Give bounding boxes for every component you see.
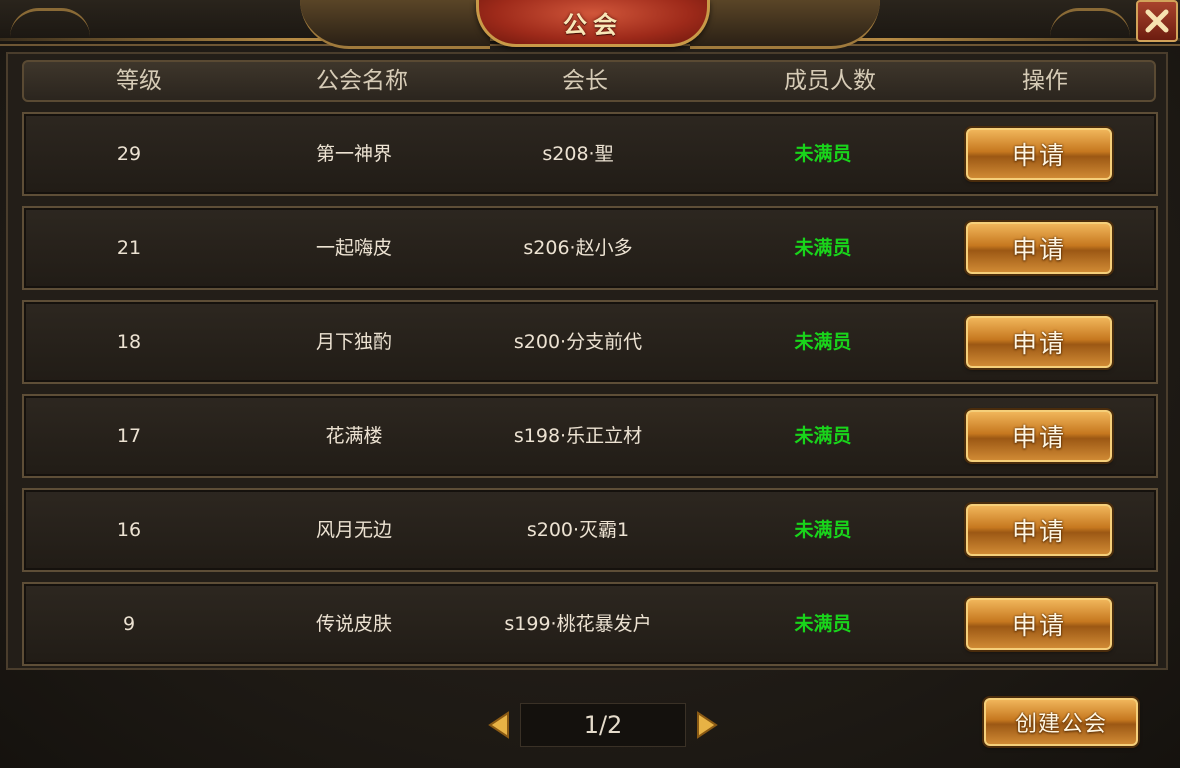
- guild-level: 18: [116, 331, 142, 353]
- apply-button-label: 申请: [1011, 423, 1066, 452]
- title-bar: 公会: [0, 0, 1180, 49]
- guild-row: 29 第一神界 s208·聖 未满员 申请: [22, 112, 1158, 196]
- guild-level: 29: [116, 143, 142, 165]
- apply-button-label: 申请: [1011, 141, 1066, 170]
- guild-leader: s200·灭霸1: [526, 519, 630, 541]
- header-action: 操作: [1022, 68, 1068, 94]
- apply-button[interactable]: 申请: [966, 598, 1112, 650]
- create-guild-button[interactable]: 创建公会: [984, 698, 1138, 746]
- close-x-icon: [1145, 9, 1169, 33]
- header-member-count: 成员人数: [784, 68, 876, 94]
- guild-level: 21: [116, 237, 142, 259]
- apply-button[interactable]: 申请: [966, 222, 1112, 274]
- header-level: 等级: [116, 68, 162, 94]
- close-button[interactable]: [1136, 0, 1178, 42]
- window-title: 公会: [563, 9, 623, 39]
- header-leader: 会长: [562, 68, 608, 94]
- title-plate: 公会: [476, 0, 710, 47]
- guild-row: 9 传说皮肤 s199·桃花暴发户 未满员 申请: [22, 582, 1158, 666]
- guild-name: 传说皮肤: [315, 613, 392, 635]
- guild-leader: s198·乐正立材: [513, 425, 643, 447]
- apply-button-label: 申请: [1011, 329, 1066, 358]
- apply-button[interactable]: 申请: [966, 128, 1112, 180]
- guild-leader: s200·分支前代: [513, 331, 643, 353]
- apply-button-label: 申请: [1011, 235, 1066, 264]
- title-ornament-left: [300, 0, 490, 49]
- apply-button[interactable]: 申请: [966, 316, 1112, 368]
- apply-button-label: 申请: [1011, 611, 1066, 640]
- guild-member-status: 未满员: [794, 143, 852, 165]
- guild-leader: s206·赵小多: [523, 237, 633, 259]
- guild-member-status: 未满员: [794, 425, 852, 447]
- guild-name: 月下独酌: [315, 331, 392, 353]
- table-header: 等级 公会名称 会长 成员人数 操作: [22, 60, 1156, 102]
- guild-row: 17 花满楼 s198·乐正立材 未满员 申请: [22, 394, 1158, 478]
- title-ornament-right: [690, 0, 880, 49]
- page-indicator: 1/2: [520, 703, 686, 747]
- guild-window: 公会 等级 公会名称 会长 成员人数 操作 29 第一神界 s208·聖 未满员…: [0, 0, 1180, 768]
- guild-name: 花满楼: [325, 425, 383, 447]
- guild-name: 一起嗨皮: [315, 237, 392, 259]
- guild-member-status: 未满员: [794, 519, 852, 541]
- guild-member-status: 未满员: [794, 331, 852, 353]
- apply-button[interactable]: 申请: [966, 504, 1112, 556]
- create-guild-button-label: 创建公会: [1014, 712, 1107, 737]
- apply-button-label: 申请: [1011, 517, 1066, 546]
- guild-member-status: 未满员: [794, 613, 852, 635]
- guild-list-panel: 等级 公会名称 会长 成员人数 操作 29 第一神界 s208·聖 未满员 申请…: [6, 52, 1168, 670]
- pagination: 1/2: [486, 702, 720, 748]
- guild-name: 第一神界: [315, 143, 392, 165]
- guild-leader: s199·桃花暴发户: [504, 613, 652, 635]
- prev-page-icon[interactable]: [486, 710, 512, 740]
- header-guild-name: 公会名称: [316, 68, 408, 94]
- guild-level: 17: [116, 425, 142, 447]
- corner-ornament-right: [1050, 8, 1130, 37]
- guild-row: 16 风月无边 s200·灭霸1 未满员 申请: [22, 488, 1158, 572]
- next-page-icon[interactable]: [694, 710, 720, 740]
- guild-row: 18 月下独酌 s200·分支前代 未满员 申请: [22, 300, 1158, 384]
- guild-row: 21 一起嗨皮 s206·赵小多 未满员 申请: [22, 206, 1158, 290]
- corner-ornament-left: [10, 8, 90, 37]
- guild-level: 9: [122, 613, 136, 635]
- guild-member-status: 未满员: [794, 237, 852, 259]
- guild-level: 16: [116, 519, 142, 541]
- guild-name: 风月无边: [315, 519, 392, 541]
- guild-leader: s208·聖: [542, 143, 614, 165]
- apply-button[interactable]: 申请: [966, 410, 1112, 462]
